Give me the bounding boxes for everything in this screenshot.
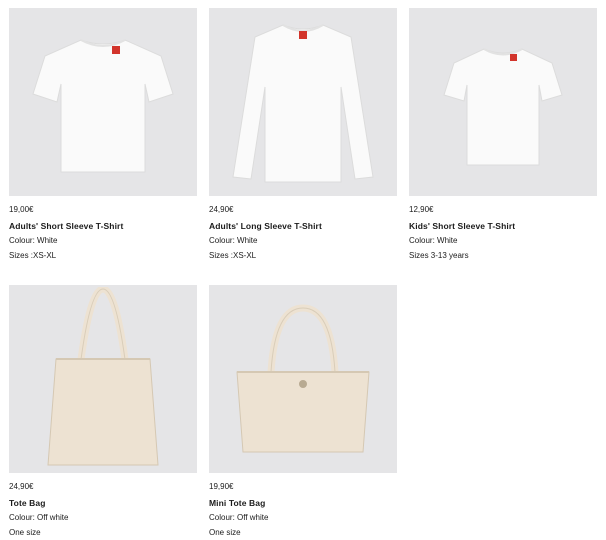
product-name[interactable]: Tote Bag [9,498,197,509]
product-card[interactable]: 19,90€ Mini Tote Bag Colour: Off white O… [209,285,397,538]
product-card[interactable]: 12,90€ Kids' Short Sleeve T-Shirt Colour… [409,8,597,261]
product-name[interactable]: Adults' Short Sleeve T-Shirt [9,221,197,232]
product-colour: Colour: White [209,236,258,245]
product-price: 19,00€ [9,205,34,214]
tote-bag-icon [47,286,159,465]
product-colour: Colour: White [409,236,458,245]
product-image[interactable] [209,8,397,196]
product-price: 19,90€ [209,482,234,491]
product-price: 12,90€ [409,205,434,214]
tshirt-short-sleeve-icon [32,39,174,173]
product-sizes: One size [209,528,241,537]
product-image[interactable] [9,285,197,473]
product-colour: Colour: Off white [209,513,269,522]
product-name[interactable]: Mini Tote Bag [209,498,397,509]
product-colour: Colour: White [9,236,58,245]
tshirt-kids-icon [443,48,563,166]
product-sizes: Sizes :XS-XL [9,251,57,260]
product-sizes: Sizes 3-13 years [409,251,469,260]
product-sizes: One size [9,528,41,537]
product-card[interactable]: 24,90€ Adults' Long Sleeve T-Shirt Colou… [209,8,397,261]
product-image[interactable] [409,8,597,196]
product-card[interactable]: 24,90€ Tote Bag Colour: Off white One si… [9,285,197,538]
tshirt-long-sleeve-icon [232,24,374,183]
product-card[interactable]: 19,00€ Adults' Short Sleeve T-Shirt Colo… [9,8,197,261]
product-image[interactable] [209,285,397,473]
product-price: 24,90€ [209,205,234,214]
mini-tote-bag-icon [236,304,370,453]
product-name[interactable]: Adults' Long Sleeve T-Shirt [209,221,397,232]
product-price: 24,90€ [9,482,34,491]
product-name[interactable]: Kids' Short Sleeve T-Shirt [409,221,597,232]
product-sizes: Sizes :XS-XL [209,251,257,260]
product-colour: Colour: Off white [9,513,69,522]
product-image[interactable] [9,8,197,196]
